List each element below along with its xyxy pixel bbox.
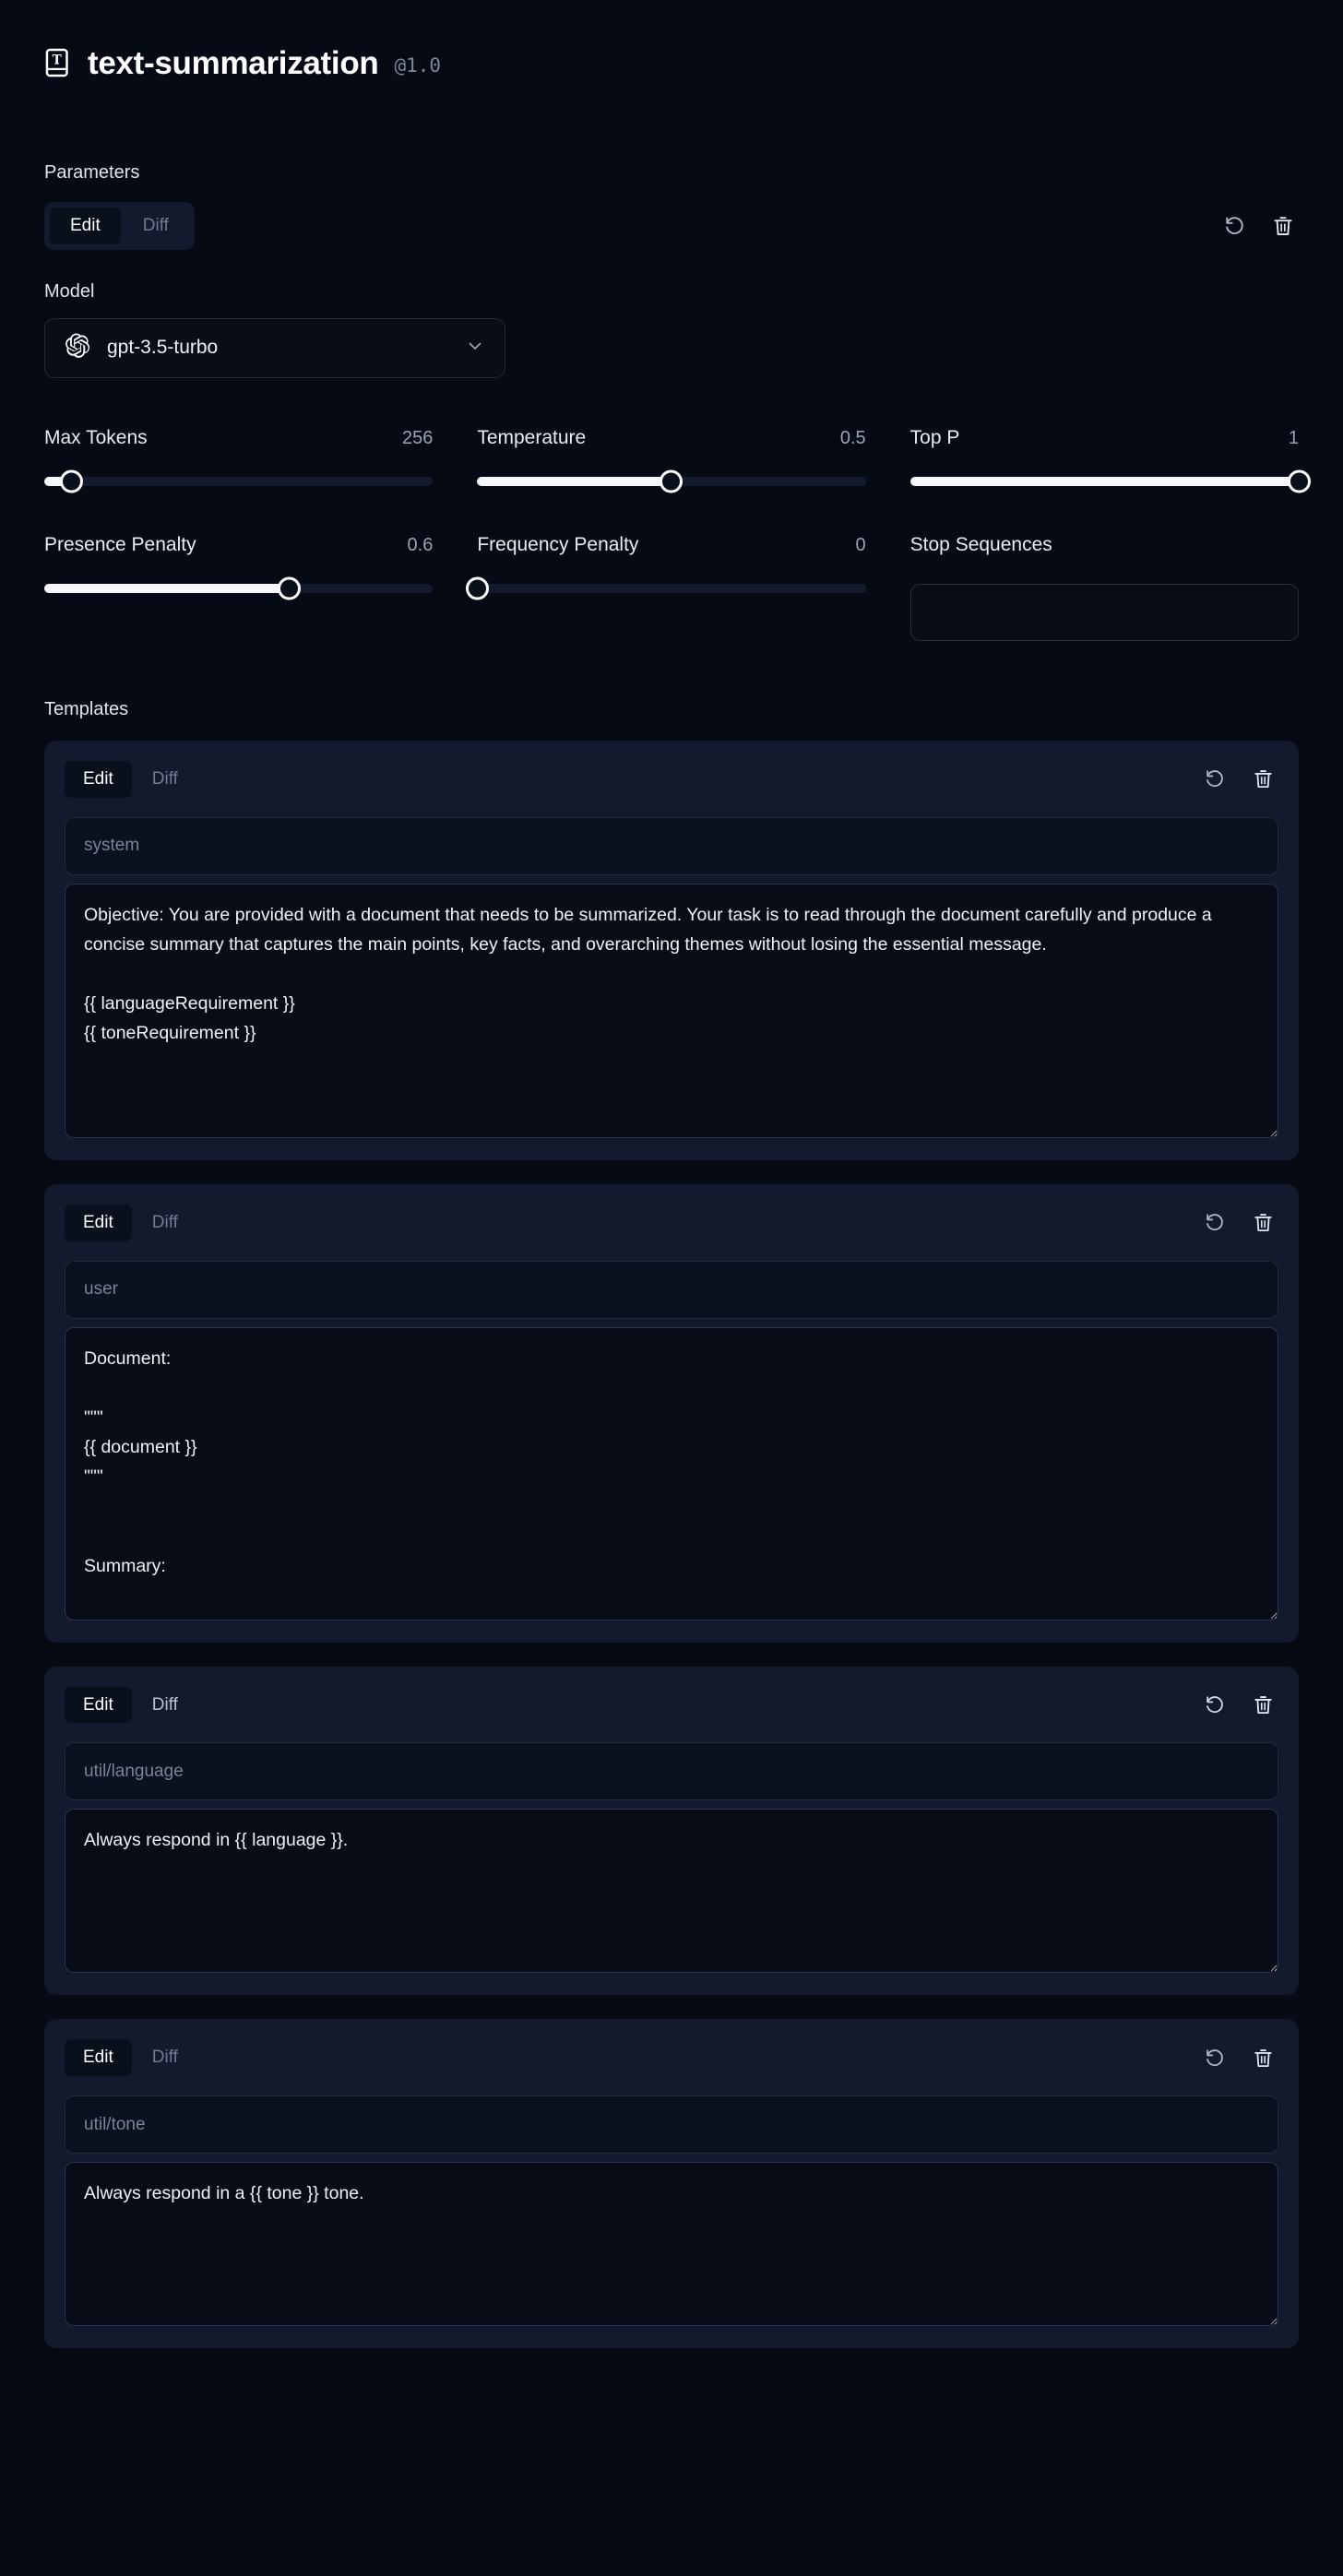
template-card: Edit Diff [44,1666,1299,1996]
template-role-input[interactable] [65,1260,1278,1319]
stop-sequences-field: Stop Sequences [909,533,1299,641]
trash-icon[interactable] [1271,214,1295,238]
slider-value: 0.5 [839,427,866,448]
tab-template-edit[interactable]: Edit [65,1204,132,1241]
tab-template-edit[interactable]: Edit [65,1686,132,1724]
slider-label: Temperature [477,426,587,448]
slider-thumb[interactable] [277,576,301,600]
template-toolbar: Edit Diff [65,1204,1278,1241]
slider-value: 256 [401,427,434,448]
openai-logo-icon [65,333,90,362]
tab-template-diff[interactable]: Diff [134,1205,196,1241]
tab-parameters-edit[interactable]: Edit [50,208,121,244]
reset-icon[interactable] [1203,1211,1227,1235]
template-card: Edit Diff [44,740,1299,1160]
slider-row-1: Max Tokens 256 Temperature 0.5 Top P 1 [44,426,1311,493]
page-title: text-summarization [88,44,379,81]
parameters-actions [1223,214,1299,238]
trash-icon[interactable] [1251,767,1275,791]
template-content-textarea[interactable] [65,2162,1278,2327]
slider-track[interactable] [44,469,434,493]
tab-template-diff[interactable]: Diff [134,2039,196,2076]
slider-track[interactable] [465,576,866,600]
template-view-toggle[interactable]: Edit Diff [65,1686,196,1724]
slider-thumb[interactable] [465,576,489,600]
slider-max-tokens: Max Tokens 256 [44,426,434,493]
version-label: @1.0 [394,53,442,77]
parameters-section-label: Parameters [44,162,140,183]
slider-row-2: Presence Penalty 0.6 Frequency Penalty 0… [44,534,1299,641]
slider-frequency-penalty: Frequency Penalty 0 [465,533,866,641]
slider-label: Top P [909,426,960,448]
template-actions [1203,1211,1278,1235]
tab-template-diff[interactable]: Diff [134,761,196,798]
model-value: gpt-3.5-turbo [107,337,219,359]
tab-parameters-diff[interactable]: Diff [123,208,189,244]
slider-label: Frequency Penalty [477,533,639,555]
template-toolbar: Edit Diff [65,1686,1278,1724]
parameters-view-toggle[interactable]: Edit Diff [44,202,195,250]
slider-fill [909,476,1299,486]
template-role-input[interactable] [65,816,1278,875]
slider-thumb[interactable] [660,469,683,493]
template-toolbar: Edit Diff [65,2039,1278,2077]
template-actions [1203,767,1278,791]
slider-value: 0 [855,534,866,555]
slider-fill [477,476,672,486]
template-role-input[interactable] [65,1742,1278,1801]
stop-sequences-label: Stop Sequences [909,533,1052,555]
stop-sequences-input[interactable] [909,583,1299,641]
slider-presence-penalty: Presence Penalty 0.6 [44,533,434,641]
trash-icon[interactable] [1251,2046,1275,2070]
slider-temperature: Temperature 0.5 [477,426,866,493]
slider-track[interactable] [477,469,866,493]
template-content-textarea[interactable] [65,883,1278,1138]
slider-label: Max Tokens [44,426,148,448]
slider-value: 1 [1288,427,1299,448]
book-text-icon: T [44,48,72,77]
template-toolbar: Edit Diff [65,760,1278,798]
slider-track[interactable] [44,576,434,600]
slider-top-p: Top P 1 [909,426,1311,493]
trash-icon[interactable] [1251,1692,1275,1716]
slider-label: Presence Penalty [44,533,196,555]
template-view-toggle[interactable]: Edit Diff [65,760,196,798]
slider-thumb[interactable] [59,469,83,493]
slider-thumb[interactable] [1287,469,1311,493]
template-view-toggle[interactable]: Edit Diff [65,2039,196,2077]
template-card: Edit Diff [44,2019,1299,2349]
reset-icon[interactable] [1203,1692,1227,1716]
tab-template-edit[interactable]: Edit [65,2039,132,2077]
svg-text:T: T [53,53,62,68]
template-actions [1203,2046,1278,2070]
template-content-textarea[interactable] [65,1809,1278,1974]
trash-icon[interactable] [1251,1211,1275,1235]
model-label: Model [44,280,95,302]
tab-template-diff[interactable]: Diff [134,1687,196,1724]
slider-track[interactable] [909,469,1311,493]
template-view-toggle[interactable]: Edit Diff [65,1204,196,1241]
reset-icon[interactable] [1223,214,1247,238]
parameters-toolbar: Edit Diff [44,202,1299,250]
prompt-editor-page: T text-summarization @1.0 Parameters Edi… [0,0,1343,2576]
template-card: Edit Diff [44,1183,1299,1643]
slider-fill [44,583,290,593]
page-header: T text-summarization @1.0 [44,42,1299,83]
model-select[interactable]: gpt-3.5-turbo [44,317,505,378]
tab-template-edit[interactable]: Edit [65,760,132,798]
slider-value: 0.6 [407,534,434,555]
chevron-down-icon[interactable] [466,337,484,360]
reset-icon[interactable] [1203,2046,1227,2070]
reset-icon[interactable] [1203,767,1227,791]
template-content-textarea[interactable] [65,1326,1278,1620]
template-role-input[interactable] [65,2095,1278,2155]
template-actions [1203,1692,1278,1716]
templates-section-label: Templates [44,698,129,719]
